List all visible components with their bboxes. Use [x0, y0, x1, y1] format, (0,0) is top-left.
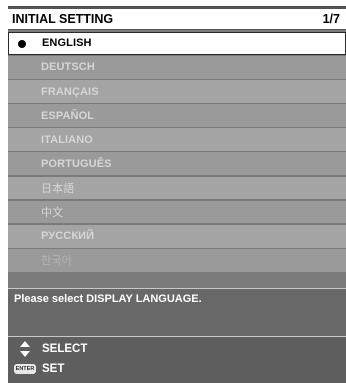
- language-label: 中文: [41, 207, 64, 220]
- language-item-japanese[interactable]: 日本語: [8, 176, 346, 200]
- hint-select: SELECT: [8, 339, 87, 359]
- key-hints: SELECT ENTER SET: [8, 336, 346, 383]
- language-label: FRANÇAIS: [41, 85, 99, 98]
- language-item-italiano[interactable]: ITALIANO: [8, 128, 346, 152]
- language-item-deutsch[interactable]: DEUTSCH: [8, 56, 346, 79]
- language-label: DEUTSCH: [41, 61, 95, 74]
- message-text: Please select DISPLAY LANGUAGE.: [14, 293, 202, 305]
- hint-select-label: SELECT: [42, 343, 88, 355]
- language-item-russian[interactable]: РУССКИЙ: [8, 224, 346, 248]
- up-down-arrows-icon: [8, 341, 42, 357]
- page-indicator: 1/7: [322, 12, 340, 26]
- language-list: ENGLISH DEUTSCH FRANÇAIS ESPAÑOL ITALIAN…: [8, 32, 346, 272]
- language-item-francais[interactable]: FRANÇAIS: [8, 80, 346, 103]
- osd-frame: INITIAL SETTING 1/7 ENGLISH DEUTSCH FRAN…: [0, 0, 346, 383]
- language-item-portugues[interactable]: PORTUGUÊS: [8, 152, 346, 176]
- enter-key-text: ENTER: [13, 364, 37, 374]
- panel-header: INITIAL SETTING 1/7: [8, 7, 346, 30]
- language-label: ENGLISH: [42, 37, 92, 50]
- language-item-english[interactable]: ENGLISH: [8, 32, 346, 55]
- enter-key-icon: ENTER: [8, 364, 42, 374]
- language-label: PORTUGUÊS: [41, 157, 112, 170]
- language-label: 日本語: [41, 182, 75, 195]
- language-label: ESPAÑOL: [41, 109, 95, 122]
- language-label: 한국어: [41, 255, 72, 268]
- initial-setting-panel: INITIAL SETTING 1/7 ENGLISH DEUTSCH FRAN…: [8, 6, 346, 383]
- language-item-chinese[interactable]: 中文: [8, 200, 346, 224]
- panel-title: INITIAL SETTING: [12, 12, 114, 26]
- hint-set-label: SET: [42, 363, 65, 375]
- language-item-espanol[interactable]: ESPAÑOL: [8, 104, 346, 128]
- language-label: РУССКИЙ: [41, 230, 95, 243]
- language-item-korean[interactable]: 한국어: [8, 248, 346, 272]
- hint-set: ENTER SET: [8, 359, 64, 379]
- language-label: ITALIANO: [41, 133, 93, 146]
- selected-dot-icon: [18, 40, 26, 48]
- instruction-message: Please select DISPLAY LANGUAGE.: [8, 288, 346, 336]
